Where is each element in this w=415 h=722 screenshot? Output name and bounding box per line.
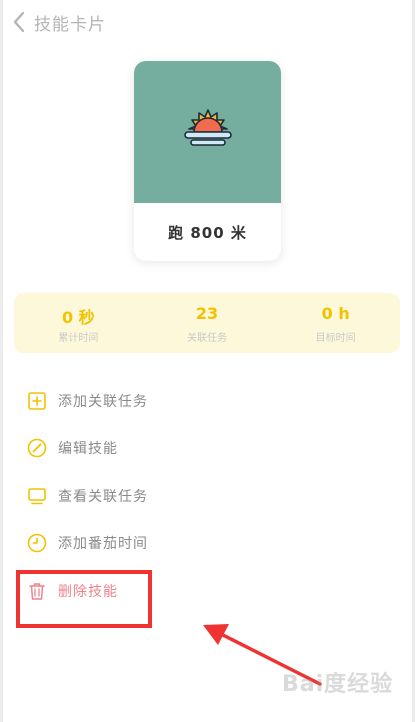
- add-linked-task-button[interactable]: 添加关联任务: [26, 377, 386, 425]
- add-pomodoro-time-button[interactable]: 添加番茄时间: [26, 520, 386, 568]
- menu-label: 编辑技能: [58, 441, 118, 458]
- stats-panel: 0 秒 累计时间 23 关联任务 0 h 目标时间: [14, 293, 400, 353]
- menu-label: 添加番茄时间: [58, 536, 148, 553]
- skill-card[interactable]: 跑 800 米: [134, 61, 281, 261]
- edit-circle-icon: [26, 437, 48, 459]
- sunrise-icon: [179, 107, 237, 157]
- frame-left-edge: [0, 0, 3, 722]
- stat-label: 累计时间: [58, 333, 99, 344]
- stat-label: 目标时间: [315, 333, 356, 344]
- chevron-left-icon[interactable]: [10, 10, 30, 34]
- stat-accumulated-time: 0 秒 累计时间: [14, 293, 143, 353]
- stat-value: 23: [195, 304, 219, 323]
- skill-card-cover: [134, 61, 281, 203]
- plus-square-icon: [26, 390, 48, 412]
- clock-icon: [26, 532, 48, 554]
- stat-label: 关联任务: [187, 333, 227, 344]
- header: 技能卡片: [10, 8, 106, 36]
- watermark: Bai度经验: [282, 672, 394, 697]
- monitor-icon: [26, 485, 48, 507]
- stat-value: 0 秒: [61, 308, 95, 327]
- menu-label: 查看关联任务: [58, 488, 148, 505]
- page-title: 技能卡片: [34, 14, 106, 35]
- annotation-highlight-box: [16, 570, 152, 628]
- view-linked-tasks-button[interactable]: 查看关联任务: [26, 472, 386, 520]
- stat-value: 0 h: [321, 304, 350, 323]
- menu-label: 添加关联任务: [58, 393, 148, 410]
- stat-target-time: 0 h 目标时间: [271, 293, 400, 353]
- edit-skill-button[interactable]: 编辑技能: [26, 425, 386, 473]
- skill-name: 跑 800 米: [168, 223, 247, 242]
- stat-linked-tasks: 23 关联任务: [143, 293, 272, 353]
